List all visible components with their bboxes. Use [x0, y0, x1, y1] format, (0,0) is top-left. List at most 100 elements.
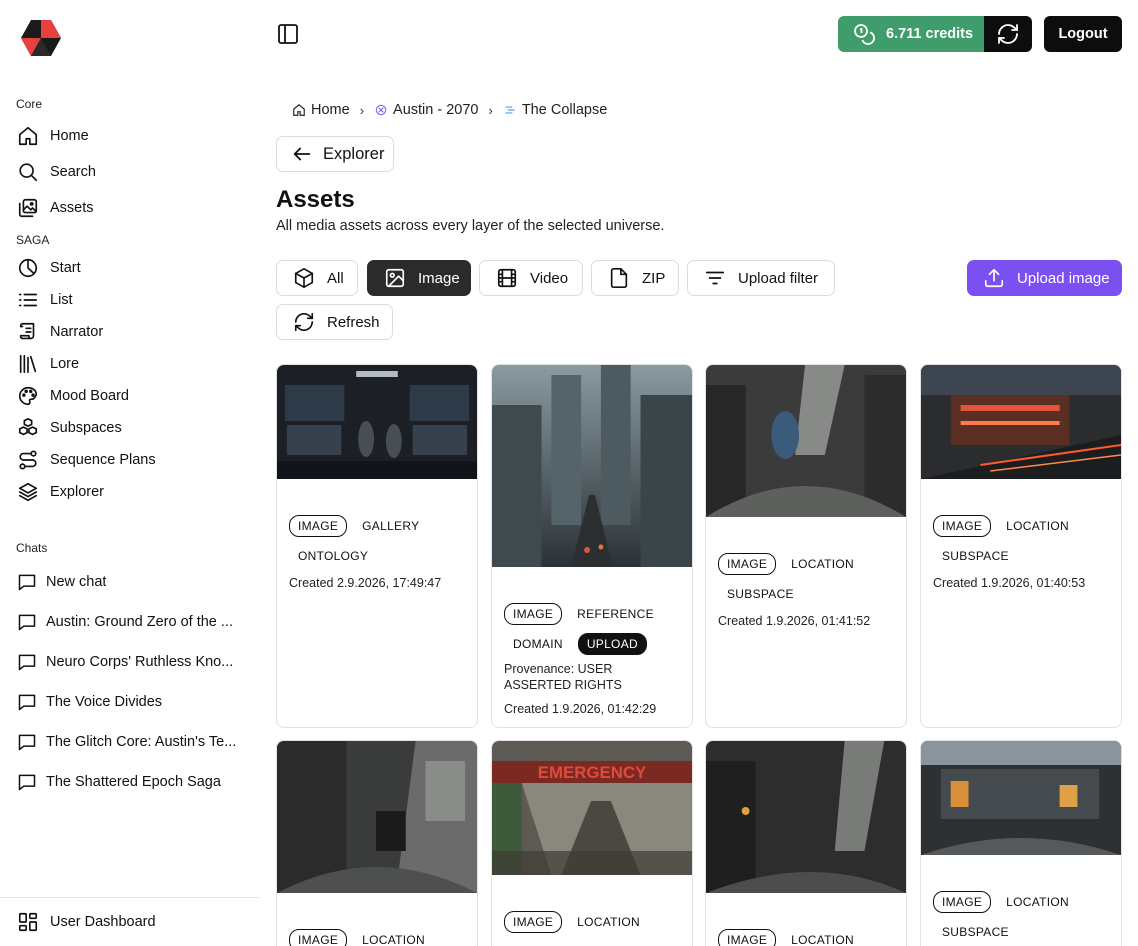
asset-tag: SUBSPACE: [942, 549, 1009, 563]
sidebar-item-label: User Dashboard: [50, 914, 156, 930]
sidebar-toggle-button[interactable]: [274, 20, 302, 48]
filter-label: Refresh: [327, 313, 380, 331]
arrow-left-icon: [293, 147, 311, 161]
chat-item[interactable]: The Glitch Core: Austin's Te...: [16, 728, 252, 756]
filter-video-button[interactable]: Video: [479, 260, 583, 296]
asset-tag: IMAGE: [289, 515, 348, 537]
dashboard-icon: [16, 910, 40, 934]
filter-label: Image: [418, 269, 460, 287]
chat-bubble-icon: [16, 731, 38, 753]
chat-item[interactable]: The Voice Divides: [16, 688, 252, 716]
chat-item[interactable]: Neuro Corps' Ruthless Kno...: [16, 648, 252, 676]
breadcrumb-universe[interactable]: Austin - 2070: [374, 102, 478, 118]
sidebar-item-label: Search: [50, 164, 96, 180]
sidebar-item-assets[interactable]: Assets: [16, 194, 252, 222]
asset-tags: IMAGE LOCATION SUBSPACE: [706, 553, 906, 605]
back-to-explorer-button[interactable]: Explorer: [276, 136, 394, 172]
asset-card[interactable]: IMAGE LOCATION: [276, 740, 478, 946]
sidebar-footer: User Dashboard: [0, 897, 260, 946]
sidebar-item-subspaces[interactable]: Subspaces: [16, 414, 252, 442]
chat-item-label: New chat: [46, 574, 107, 590]
asset-thumbnail: EMERGENCY: [492, 741, 692, 875]
sidebar-item-explorer[interactable]: Explorer: [16, 478, 252, 506]
section-label-chats: Chats: [16, 541, 48, 555]
asset-created: Created 2.9.2026, 17:49:47: [289, 576, 442, 590]
filter-label: All: [327, 269, 344, 287]
sidebar-item-lore[interactable]: Lore: [16, 350, 252, 378]
sidebar-item-home[interactable]: Home: [16, 122, 252, 150]
asset-tag: DOMAIN: [513, 637, 563, 651]
filter-all-button[interactable]: All: [276, 260, 358, 296]
image-icon: [385, 268, 405, 288]
chat-item[interactable]: Austin: Ground Zero of the ...: [16, 608, 252, 636]
search-icon: [16, 160, 40, 184]
library-icon: [16, 352, 40, 376]
asset-tags: IMAGE LOCATION SUBSPACE: [921, 891, 1121, 943]
refresh-button[interactable]: Refresh: [276, 304, 393, 340]
filter-zip-button[interactable]: ZIP: [591, 260, 679, 296]
chat-item[interactable]: The Shattered Epoch Saga: [16, 768, 252, 796]
panel-left-icon: [278, 24, 298, 44]
asset-card[interactable]: IMAGE GALLERY ONTOLOGY Created 2.9.2026,…: [276, 364, 478, 728]
palette-icon: [16, 384, 40, 408]
chat-item-new[interactable]: New chat: [16, 568, 252, 596]
asset-tags: IMAGE GALLERY ONTOLOGY: [277, 515, 477, 567]
asset-thumbnail: [706, 365, 906, 517]
sidebar-item-label: Narrator: [50, 324, 104, 340]
asset-thumbnail: [492, 365, 692, 567]
breadcrumb-home[interactable]: Home: [292, 102, 350, 118]
asset-thumbnail: [706, 741, 906, 893]
asset-card[interactable]: IMAGE LOCATION SUBSPACE Created 1.9.2026…: [920, 364, 1122, 728]
layer-icon: [505, 106, 515, 114]
asset-tags: IMAGE LOCATION: [492, 911, 692, 933]
credits-button[interactable]: 6.711 credits: [838, 16, 984, 52]
asset-tag: LOCATION: [791, 933, 855, 946]
breadcrumb-universe-label: Austin - 2070: [393, 102, 479, 118]
boxes-icon: [16, 416, 40, 440]
layers-icon: [16, 480, 40, 504]
chat-bubble-icon: [16, 771, 38, 793]
asset-tags: IMAGE LOCATION SUBSPACE: [921, 515, 1121, 567]
upload-filter-button[interactable]: Upload filter: [687, 260, 835, 296]
universe-icon: [375, 104, 387, 116]
sidebar-item-sequence-plans[interactable]: Sequence Plans: [16, 446, 252, 474]
asset-created: Created 1.9.2026, 01:41:52: [718, 614, 871, 628]
sidebar-item-mood-board[interactable]: Mood Board: [16, 382, 252, 410]
home-icon: [293, 103, 305, 116]
upload-image-button[interactable]: Upload image: [967, 260, 1122, 296]
sidebar-item-narrator[interactable]: Narrator: [16, 318, 252, 346]
user-dashboard-link[interactable]: User Dashboard: [16, 908, 252, 936]
sidebar-item-label: Sequence Plans: [50, 452, 156, 468]
asset-tag: IMAGE: [504, 911, 563, 933]
upload-label: Upload image: [1017, 269, 1110, 287]
sidebar-item-list[interactable]: List: [16, 286, 252, 314]
breadcrumb-home-label: Home: [311, 102, 350, 118]
chat-item-label: The Shattered Epoch Saga: [46, 774, 221, 790]
chat-bubble-icon: [16, 571, 38, 593]
credits-refresh-button[interactable]: [984, 16, 1032, 52]
breadcrumb-layer[interactable]: The Collapse: [503, 102, 607, 118]
app-logo[interactable]: [20, 18, 62, 58]
asset-provenance: Provenance: USER ASSERTED RIGHTS: [504, 662, 622, 692]
asset-card[interactable]: IMAGE LOCATION SUBSPACE: [920, 740, 1122, 946]
home-icon: [16, 124, 40, 148]
sidebar-item-search[interactable]: Search: [16, 158, 252, 186]
asset-tag: IMAGE: [718, 929, 777, 946]
logout-button[interactable]: Logout: [1044, 16, 1122, 52]
sidebar-item-label: Home: [50, 128, 89, 144]
coins-icon: [854, 24, 875, 45]
asset-card[interactable]: IMAGE REFERENCE DOMAIN UPLOAD Provenance…: [491, 364, 693, 728]
asset-tag: IMAGE: [289, 929, 348, 946]
asset-tag: IMAGE: [718, 553, 777, 575]
asset-tags: IMAGE LOCATION: [706, 929, 906, 946]
asset-card[interactable]: IMAGE LOCATION SUBSPACE Created 1.9.2026…: [705, 364, 907, 728]
sidebar-item-start[interactable]: Start: [16, 254, 252, 282]
sidebar-item-label: Start: [50, 260, 81, 276]
asset-card[interactable]: EMERGENCY IMAGE LOCATION: [491, 740, 693, 946]
asset-card[interactable]: IMAGE LOCATION: [705, 740, 907, 946]
sidebar-item-label: Explorer: [50, 484, 104, 500]
filter-label: Video: [530, 269, 569, 287]
image-sign-text: EMERGENCY: [538, 763, 646, 782]
chat-item-label: Austin: Ground Zero of the ...: [46, 614, 233, 630]
filter-image-button[interactable]: Image: [367, 260, 471, 296]
